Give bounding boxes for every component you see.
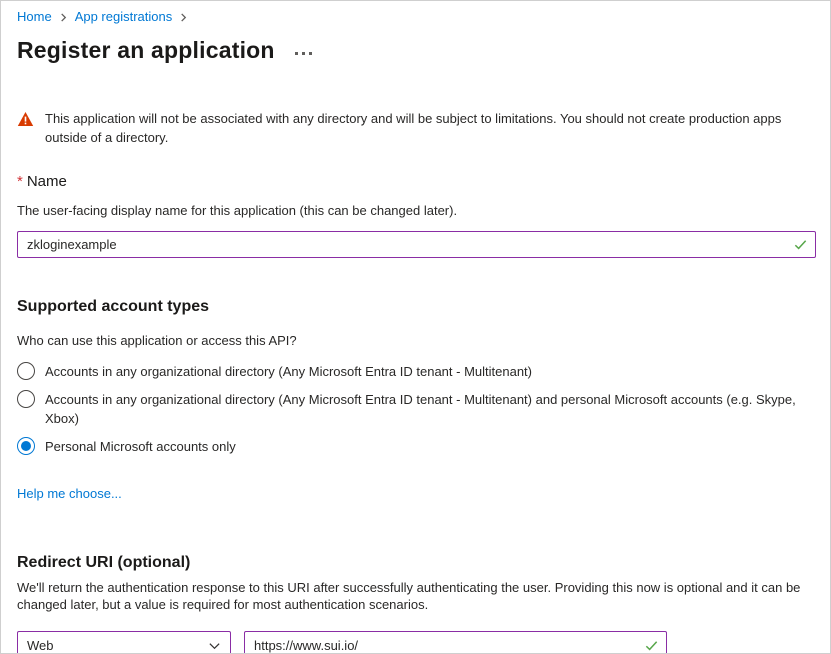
account-types-question: Who can use this application or access t… xyxy=(17,333,814,349)
platform-select-value: Web xyxy=(27,638,54,653)
redirect-uri-heading: Redirect URI (optional) xyxy=(17,552,814,574)
radio-button-icon[interactable] xyxy=(17,390,35,408)
platform-select[interactable]: Web xyxy=(17,631,231,654)
name-input-wrap xyxy=(17,231,816,258)
breadcrumb-link-home[interactable]: Home xyxy=(17,9,52,25)
name-field-label: *Name xyxy=(17,172,814,192)
chevron-right-icon xyxy=(179,13,188,22)
page-title: Register an application xyxy=(17,36,275,64)
redirect-uri-row: Web xyxy=(17,631,814,654)
chevron-right-icon xyxy=(59,13,68,22)
help-me-choose-link[interactable]: Help me choose... xyxy=(17,486,122,502)
radio-option-label: Accounts in any organizational directory… xyxy=(45,390,814,428)
more-options-icon[interactable] xyxy=(295,52,312,55)
redirect-uri-input[interactable] xyxy=(244,631,667,654)
warning-banner: This application will not be associated … xyxy=(17,109,814,147)
account-type-radio-group: Accounts in any organizational directory… xyxy=(17,362,814,456)
required-asterisk: * xyxy=(17,173,23,190)
breadcrumb-link-app-registrations[interactable]: App registrations xyxy=(75,9,173,25)
chevron-down-icon xyxy=(208,640,221,654)
name-label-text: Name xyxy=(27,173,67,190)
title-row: Register an application xyxy=(17,36,814,64)
radio-option-multitenant[interactable]: Accounts in any organizational directory… xyxy=(17,362,814,381)
register-application-page: Home App registrations Register an appli… xyxy=(1,1,830,654)
radio-option-label: Personal Microsoft accounts only xyxy=(45,437,236,456)
name-field-description: The user-facing display name for this ap… xyxy=(17,203,814,219)
app-window: Home App registrations Register an appli… xyxy=(0,0,831,654)
radio-button-icon[interactable] xyxy=(17,362,35,380)
redirect-uri-input-wrap xyxy=(244,631,667,654)
radio-button-icon[interactable] xyxy=(17,437,35,455)
radio-option-personal-only[interactable]: Personal Microsoft accounts only xyxy=(17,437,814,456)
breadcrumb: Home App registrations xyxy=(17,9,814,25)
application-name-input[interactable] xyxy=(17,231,816,258)
radio-option-label: Accounts in any organizational directory… xyxy=(45,362,532,381)
redirect-uri-description: We'll return the authentication response… xyxy=(17,579,814,613)
radio-option-multitenant-personal[interactable]: Accounts in any organizational directory… xyxy=(17,390,814,428)
warning-icon xyxy=(17,109,34,147)
warning-text: This application will not be associated … xyxy=(45,109,814,147)
supported-account-types-heading: Supported account types xyxy=(17,296,814,318)
